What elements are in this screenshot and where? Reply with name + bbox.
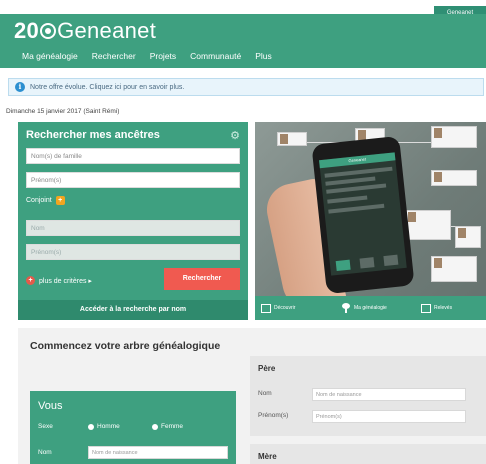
tree-icon (341, 303, 351, 313)
father-name-label: Nom (258, 390, 272, 397)
vous-form: Vous Sexe Homme Femme Nom Nom de naissan… (30, 391, 236, 464)
radio-dot (88, 423, 94, 430)
app-promo-banner[interactable]: Geneanet Découvrir Ma généalogie Relevés (255, 122, 486, 320)
mother-title: Mère (258, 452, 277, 461)
start-tree-title: Commencez votre arbre généalogique (30, 340, 221, 352)
plus-icon: + (55, 196, 65, 205)
nav-rechercher[interactable]: Rechercher (92, 51, 136, 61)
radio-female-label: Femme (161, 423, 184, 430)
records-icon (421, 303, 431, 313)
tree-card (405, 210, 451, 240)
tree-card (431, 126, 477, 148)
feature-my-genealogy[interactable]: Ma généalogie (335, 303, 415, 313)
site-header: 20 Geneanet Ma généalogie Rechercher Pro… (0, 14, 486, 68)
search-button[interactable]: Rechercher (164, 268, 240, 290)
vous-name-input[interactable]: Nom de naissance (88, 446, 228, 459)
plus-circle-icon: + (26, 276, 35, 285)
smartphone-image: Geneanet (311, 135, 415, 295)
feature-my-genealogy-label: Ma généalogie (354, 305, 387, 311)
phone-app-header: Geneanet (319, 152, 396, 169)
portrait-icon (434, 128, 442, 138)
logo-name: Geneanet (57, 18, 157, 43)
phone-tab (359, 257, 375, 269)
logo-prefix: 20 (14, 18, 40, 43)
tree-card (455, 226, 481, 248)
logo-seal-icon (40, 23, 57, 39)
book-icon (261, 303, 271, 313)
nav-projets[interactable]: Projets (150, 51, 176, 61)
nav-communaute[interactable]: Communauté (190, 51, 241, 61)
conjoint-label: Conjoint (26, 197, 52, 204)
phone-row (326, 183, 387, 194)
ancestor-search-panel: Rechercher mes ancêtres ⚙ Nom(s) de fami… (18, 122, 248, 320)
tree-card (431, 170, 477, 186)
phone-row (324, 166, 393, 178)
portrait-icon (434, 172, 442, 182)
notice-text: Notre offre évolue. Cliquez ici pour en … (30, 83, 185, 91)
feature-discover-label: Découvrir (274, 305, 296, 311)
firstname-input[interactable]: Prénom(s) (26, 172, 240, 188)
radio-male-label: Homme (97, 423, 120, 430)
top-strip: Geneanet (0, 0, 486, 20)
geneanet-logo[interactable]: 20 Geneanet (14, 18, 156, 44)
advanced-search-link[interactable]: Accéder à la recherche par nom (18, 300, 248, 320)
current-date: Dimanche 15 janvier 2017 (Saint Rémi) (6, 108, 120, 115)
phone-screen: Geneanet (319, 152, 407, 276)
more-criteria-link[interactable]: + plus de critères ▸ (26, 276, 92, 285)
main-nav: Ma généalogie Rechercher Projets Communa… (22, 51, 272, 61)
nav-plus[interactable]: Plus (255, 51, 272, 61)
portrait-icon (434, 258, 442, 268)
vous-name-label: Nom (38, 449, 52, 456)
tree-card (431, 256, 477, 282)
phone-row (328, 203, 385, 214)
conjoint-surname-input[interactable]: Nom (26, 220, 240, 236)
search-title: Rechercher mes ancêtres (26, 129, 160, 141)
portrait-icon (280, 134, 288, 144)
info-icon: i (15, 82, 25, 92)
mother-form: Mère (250, 444, 486, 464)
father-firstname-input[interactable]: Prénom(s) (312, 410, 466, 423)
phone-tab (383, 254, 399, 267)
vous-title: Vous (38, 400, 63, 412)
feature-records-label: Relevés (434, 305, 453, 311)
portrait-icon (458, 228, 466, 238)
radio-dot (152, 423, 158, 430)
portrait-icon (408, 212, 416, 222)
phone-row (327, 195, 368, 204)
father-title: Père (258, 364, 276, 373)
father-name-input[interactable]: Nom de naissance (312, 388, 466, 401)
tree-card (277, 132, 307, 146)
start-tree-section: Commencez votre arbre généalogique Vous … (18, 328, 486, 464)
gear-icon[interactable]: ⚙ (230, 129, 240, 142)
feature-discover[interactable]: Découvrir (255, 303, 335, 313)
promo-feature-bar: Découvrir Ma généalogie Relevés (255, 296, 486, 320)
radio-female[interactable]: Femme (152, 423, 183, 430)
sex-label: Sexe (38, 423, 53, 430)
conjoint-toggle[interactable]: Conjoint + (26, 196, 65, 205)
offer-notice[interactable]: i Notre offre évolue. Cliquez ici pour e… (8, 78, 484, 96)
radio-male[interactable]: Homme (88, 423, 120, 430)
conjoint-firstname-input[interactable]: Prénom(s) (26, 244, 240, 260)
father-firstname-label: Prénom(s) (258, 412, 289, 419)
phone-tab (335, 259, 351, 272)
more-criteria-label: plus de critères ▸ (39, 277, 92, 285)
nav-ma-genealogie[interactable]: Ma généalogie (22, 51, 78, 61)
surname-input[interactable]: Nom(s) de famille (26, 148, 240, 164)
feature-records[interactable]: Relevés (415, 303, 475, 313)
father-form: Père Nom Nom de naissance Prénom(s) Prén… (250, 356, 486, 436)
